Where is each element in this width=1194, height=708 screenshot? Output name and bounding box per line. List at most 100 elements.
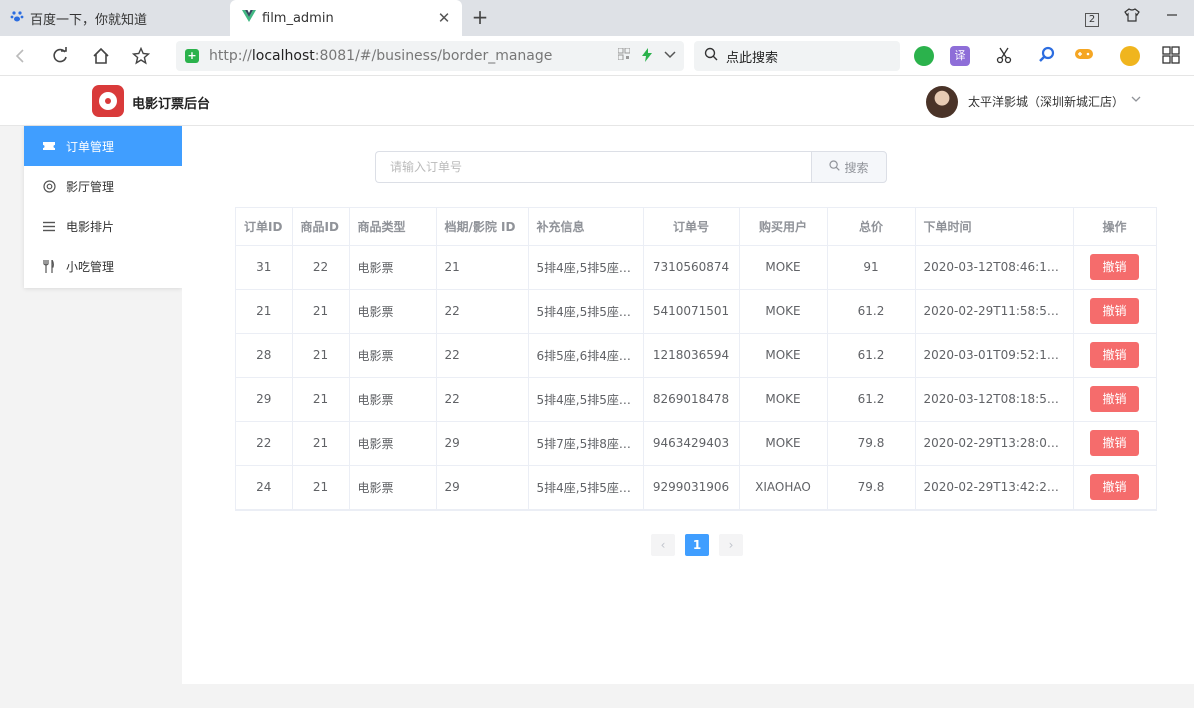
sidebar-item-orders[interactable]: 订单管理 <box>24 126 182 166</box>
close-tab-icon[interactable]: ✕ <box>436 9 452 27</box>
revoke-button[interactable]: 撤销 <box>1090 342 1139 368</box>
revoke-button[interactable]: 撤销 <box>1090 430 1139 456</box>
vue-logo-icon <box>242 10 256 26</box>
cell-user: MOKE <box>739 377 828 422</box>
avatar[interactable] <box>926 86 958 118</box>
sidebar-item-halls[interactable]: 影厅管理 <box>24 166 182 206</box>
column-header[interactable]: 商品类型 <box>349 208 437 246</box>
cell-goods-id: 21 <box>292 421 350 466</box>
cell-user: MOKE <box>739 245 828 290</box>
revoke-button[interactable]: 撤销 <box>1090 298 1139 324</box>
chevron-down-icon[interactable] <box>664 48 676 65</box>
coupon-extension-icon[interactable] <box>1120 46 1140 66</box>
cell-time: 2020-02-29T13:28:05.0... <box>915 421 1074 466</box>
qr-code-icon[interactable] <box>617 47 631 65</box>
minimize-icon[interactable] <box>1162 8 1182 28</box>
cell-order-id: 24 <box>236 465 293 510</box>
sidebar-item-label: 订单管理 <box>66 139 115 154</box>
cell-goods-id: 21 <box>292 289 350 334</box>
cell-extra-info: 5排4座,5排5座,2... <box>528 289 644 334</box>
cell-goods-id: 22 <box>292 245 350 290</box>
home-icon[interactable] <box>89 44 113 68</box>
apps-grid-icon[interactable] <box>1162 46 1182 66</box>
ticket-icon <box>42 139 56 153</box>
cell-order-id: 29 <box>236 377 293 422</box>
column-header[interactable]: 订单号 <box>643 208 740 246</box>
hall-icon <box>42 179 56 193</box>
browser-search-box[interactable]: 点此搜索 <box>694 41 900 71</box>
translate-extension-icon[interactable]: 译 <box>950 46 970 66</box>
table-row: 24 21 电影票 29 5排4座,5排5座,2... 9299031906 X… <box>236 465 1157 510</box>
prev-page-button[interactable]: ‹ <box>651 534 675 556</box>
sidebar-item-label: 小吃管理 <box>66 259 115 274</box>
sidebar-item-label: 影厅管理 <box>66 179 115 194</box>
sidebar-item-schedule[interactable]: 电影排片 <box>24 206 182 246</box>
shirt-icon[interactable] <box>1122 8 1142 28</box>
wechat-extension-icon[interactable] <box>914 46 934 66</box>
cell-order-no: 7310560874 <box>643 245 740 290</box>
tab-count: 2 <box>1085 13 1099 27</box>
browser-tab-film-admin[interactable]: film_admin ✕ <box>230 0 462 36</box>
chevron-down-icon[interactable] <box>1130 93 1142 105</box>
cell-time: 2020-03-12T08:46:17.0... <box>915 245 1074 290</box>
bookmark-star-icon[interactable] <box>129 44 153 68</box>
cell-total: 61.2 <box>827 377 916 422</box>
cell-time: 2020-02-29T13:42:25.0... <box>915 465 1074 510</box>
cell-time: 2020-02-29T11:58:53.0... <box>915 289 1074 334</box>
fork-knife-icon <box>42 259 56 273</box>
orders-table: 订单ID 商品ID 商品类型 档期/影院 ID 补充信息 订单号 购买用户 总价… <box>235 207 1157 511</box>
cell-total: 79.8 <box>827 421 916 466</box>
cell-action: 撤销 <box>1073 421 1157 466</box>
cell-order-no: 8269018478 <box>643 377 740 422</box>
cell-order-no: 9299031906 <box>643 465 740 510</box>
column-header[interactable]: 操作 <box>1073 208 1157 246</box>
sidebar-menu: 订单管理 影厅管理 电影排片 小吃管理 <box>24 126 182 288</box>
cell-schedule-id: 29 <box>436 421 529 466</box>
column-header[interactable]: 商品ID <box>292 208 350 246</box>
lightning-icon[interactable] <box>642 48 652 65</box>
cell-total: 91 <box>827 245 916 290</box>
new-tab-icon[interactable]: + <box>470 6 490 30</box>
page-number-button[interactable]: 1 <box>685 534 709 556</box>
cell-goods-type: 电影票 <box>349 421 437 466</box>
column-header[interactable]: 购买用户 <box>739 208 828 246</box>
app-logo-icon <box>92 85 124 117</box>
user-name[interactable]: 太平洋影城（深圳新城汇店） <box>968 93 1124 110</box>
magnifier-extension-icon[interactable] <box>1038 46 1058 66</box>
game-controller-icon[interactable] <box>1074 46 1094 66</box>
browser-tab-baidu[interactable]: 百度一下，你就知道 <box>0 0 230 36</box>
url-prefix: http:// <box>209 48 252 64</box>
column-header[interactable]: 补充信息 <box>528 208 644 246</box>
column-header[interactable]: 总价 <box>827 208 916 246</box>
cell-user: MOKE <box>739 333 828 378</box>
cell-goods-id: 21 <box>292 377 350 422</box>
main-panel: 搜索 订单ID 商品ID 商品类型 档期/影院 ID 补充信息 订单号 购买用户… <box>182 126 1194 684</box>
cell-action: 撤销 <box>1073 245 1157 290</box>
next-page-button[interactable]: › <box>719 534 743 556</box>
table-row: 22 21 电影票 29 5排7座,5排8座,2... 9463429403 M… <box>236 421 1157 466</box>
cell-total: 61.2 <box>827 289 916 334</box>
column-header[interactable]: 订单ID <box>236 208 293 246</box>
cell-extra-info: 5排7座,5排8座,2... <box>528 421 644 466</box>
cell-order-id: 28 <box>236 333 293 378</box>
column-header[interactable]: 档期/影院 ID <box>436 208 529 246</box>
tab-count-badge[interactable]: 2 <box>1082 8 1102 28</box>
url-host: localhost <box>251 48 315 64</box>
address-bar[interactable]: + http://localhost:8081/#/business/borde… <box>176 41 684 71</box>
order-number-search-input[interactable] <box>375 151 813 183</box>
revoke-button[interactable]: 撤销 <box>1090 386 1139 412</box>
search-button[interactable]: 搜索 <box>811 151 887 183</box>
cell-time: 2020-03-12T08:18:54.0... <box>915 377 1074 422</box>
back-icon[interactable] <box>8 44 32 68</box>
cell-total: 61.2 <box>827 333 916 378</box>
cell-goods-id: 21 <box>292 333 350 378</box>
cell-schedule-id: 22 <box>436 289 529 334</box>
cell-schedule-id: 22 <box>436 377 529 422</box>
revoke-button[interactable]: 撤销 <box>1090 474 1139 500</box>
revoke-button[interactable]: 撤销 <box>1090 254 1139 280</box>
sidebar-item-snacks[interactable]: 小吃管理 <box>24 246 182 286</box>
scissors-icon[interactable] <box>996 46 1016 66</box>
reload-icon[interactable] <box>48 44 72 68</box>
column-header[interactable]: 下单时间 <box>915 208 1074 246</box>
table-row: 28 21 电影票 22 6排5座,6排4座,2... 1218036594 M… <box>236 333 1157 378</box>
